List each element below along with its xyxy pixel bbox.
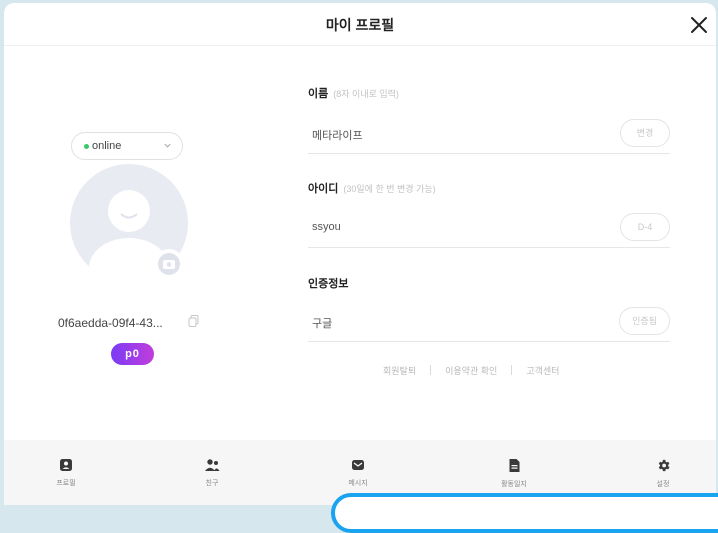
activity-log-icon — [509, 459, 519, 472]
camera-button[interactable] — [154, 249, 184, 279]
name-value: 메타라이프 — [312, 130, 363, 142]
id-label: 아이디 (30일에 한 번 변경 가능) — [308, 180, 436, 196]
status-label: online — [92, 140, 122, 152]
auth-label: 인증정보 — [308, 278, 349, 290]
terms-link[interactable]: 이용약관 확인 — [445, 366, 497, 376]
nav-label-settings: 설정 — [656, 481, 670, 488]
id-label-text: 아이디 — [308, 183, 339, 195]
chat-input-bar[interactable] — [331, 493, 718, 533]
name-row: 메타라이프 변경 — [308, 115, 670, 154]
id-hint: (30일에 한 번 변경 가능) — [343, 184, 436, 194]
camera-icon — [158, 253, 180, 275]
name-label-text: 이름 — [308, 88, 329, 100]
divider — [430, 365, 432, 375]
footer-links: 회원탈퇴 이용약관 확인 고객센터 — [383, 364, 559, 377]
id-value: ssyou — [312, 221, 341, 233]
nav-label-activity-log: 활동일지 — [501, 481, 527, 488]
nav-label-message: 메시지 — [348, 480, 368, 487]
message-icon — [352, 460, 364, 470]
auth-row: 구글 인증됨 — [308, 303, 670, 342]
id-row: ssyou D-4 — [308, 209, 670, 248]
close-icon[interactable] — [686, 12, 712, 38]
nav-label-friends: 친구 — [205, 480, 219, 487]
nav-item-message[interactable]: 메시지 — [328, 458, 388, 488]
settings-icon — [658, 459, 669, 472]
support-link[interactable]: 고객센터 — [526, 366, 559, 376]
auth-value: 구글 — [312, 318, 333, 330]
page-title: 마이 프로필 — [325, 17, 395, 33]
name-label: 이름 (8자 이내로 입력) — [308, 85, 399, 101]
withdraw-link[interactable]: 회원탈퇴 — [383, 366, 416, 376]
name-hint: (8자 이내로 입력) — [333, 89, 399, 99]
auth-status-button[interactable]: 인증됨 — [619, 307, 670, 335]
profile-icon — [60, 459, 72, 471]
friends-icon — [205, 459, 220, 471]
modal-header: 마이 프로필 — [4, 3, 716, 46]
status-badge: p0 — [111, 343, 154, 365]
profile-summary: online 0f6aedda-09f4-43... p0 — [4, 46, 244, 436]
change-id-button[interactable]: D-4 — [620, 213, 670, 241]
nav-item-friends[interactable]: 친구 — [182, 458, 242, 488]
nav-item-profile[interactable]: 프로필 — [36, 458, 96, 488]
divider — [511, 365, 513, 375]
nav-item-activity-log[interactable]: 활동일지 — [484, 458, 544, 489]
chevron-down-icon — [164, 143, 171, 148]
status-select[interactable]: online — [71, 132, 183, 160]
change-name-button[interactable]: 변경 — [620, 119, 670, 147]
user-id: 0f6aedda-09f4-43... — [58, 316, 163, 330]
nav-item-settings[interactable]: 설정 — [633, 458, 693, 489]
profile-modal: 마이 프로필 online 0f6aedda-09f4-43... p0 이름 … — [4, 3, 716, 505]
nav-label-profile: 프로필 — [56, 480, 76, 487]
online-dot-icon — [84, 144, 89, 149]
copy-icon[interactable] — [187, 314, 201, 328]
